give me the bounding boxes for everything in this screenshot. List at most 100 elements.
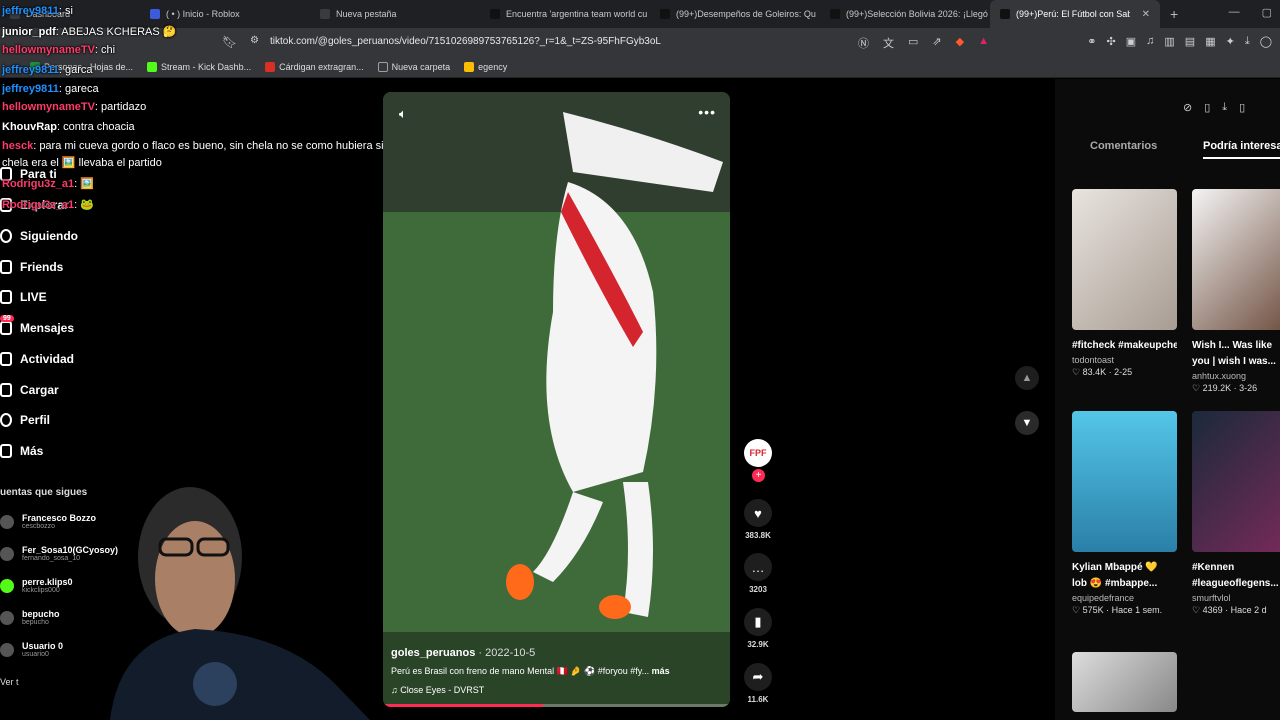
sidebar-icon[interactable]: ▥ (1164, 35, 1174, 48)
bookmark-icon[interactable]: 🔖︎ (222, 35, 237, 49)
bookmark-item[interactable]: egency (464, 61, 507, 72)
bookmark-icon: ▮ (744, 608, 772, 636)
avatar (0, 578, 14, 593)
recommended-video-card[interactable] (1072, 652, 1177, 712)
share-button[interactable]: ➦ 11.6K (742, 663, 774, 704)
profile-icon[interactable]: ▯ (1239, 101, 1245, 114)
browser-tab[interactable]: ( • ) Inicio - Roblox (140, 0, 310, 28)
browser-tab[interactable]: (99+)Selección Bolivia 2026: ¡Llegó l (820, 0, 990, 28)
video-thumbnail (1072, 411, 1177, 552)
tiktok-icon (660, 9, 670, 19)
kick-icon (147, 61, 158, 72)
see-all-link[interactable]: Ver t (0, 677, 19, 687)
browser-tab-active[interactable]: (99+)Perú: El Fútbol con Sabor a✕ (990, 0, 1160, 28)
following-account[interactable]: Usuario 0 usuario0 (0, 641, 63, 658)
no-track-icon[interactable]: Ⓝ (858, 35, 869, 51)
maximize-icon[interactable]: ▢ (1262, 6, 1272, 19)
chat-message: Rodrigu3z_a1: 🖼️ (2, 178, 94, 190)
recommended-video-card[interactable]: #Kennen #leagueoflegens... smurftvlol ♡ 4… (1192, 411, 1280, 616)
close-tab-icon[interactable]: ✕ (1142, 9, 1150, 20)
brave-shield-icon[interactable]: ◆ (956, 35, 964, 51)
save-button[interactable]: ▮ 32.9K (742, 608, 774, 649)
next-video-button[interactable]: ▼ (1015, 411, 1039, 435)
sidebar-item-actividad[interactable]: Actividad (0, 352, 74, 366)
url-field[interactable]: tiktok.com/@goles_peruanos/video/7151026… (270, 36, 661, 47)
download-icon[interactable]: ⤓ (1222, 101, 1227, 114)
bookmark-item[interactable]: Stream - Kick Dashb... (147, 61, 251, 72)
phone-icon[interactable]: ▯ (1204, 101, 1210, 114)
video-thumbnail (1072, 652, 1177, 712)
previous-video-button[interactable]: ▲ (1015, 366, 1039, 390)
browser-tab[interactable]: (99+)Desempeños de Goleiros: Qu (650, 0, 820, 28)
browser-tab[interactable]: Encuentra 'argentina team world cu (480, 0, 650, 28)
following-account[interactable]: perre.klips0 kickclips000 (0, 577, 73, 594)
chat-message: jeffrey9811: gareca (2, 83, 99, 95)
video-player[interactable]: 🔈︎ ••• goles_peruanos · 2022-10-5 Perú e… (383, 92, 730, 707)
avatar (0, 546, 14, 561)
browser-tab[interactable]: Nueva pestaña (310, 0, 480, 28)
site-info-icon[interactable]: ⚙ (250, 35, 259, 46)
minimize-icon[interactable]: — (1229, 6, 1240, 19)
wallet-icon[interactable]: ▤ (1185, 35, 1195, 48)
card-author: equipedefrance (1072, 593, 1135, 603)
card-title: #fitcheck #makeupcheck (1072, 340, 1177, 351)
puzzle-icon[interactable]: ✣ (1107, 35, 1116, 48)
volume-icon[interactable]: 🔈︎ (399, 106, 407, 122)
comment-button[interactable]: … 3203 (742, 553, 774, 594)
following-account[interactable]: bepucho bepucho (0, 609, 60, 626)
card-meta: ♡ 4369 · Hace 2 d (1192, 605, 1267, 615)
author-avatar[interactable]: FPF (742, 439, 774, 467)
sidebar-item-perfil[interactable]: Perfil (0, 413, 50, 427)
address-bar: 🔖︎ ⚙ tiktok.com/@goles_peruanos/video/71… (0, 28, 1280, 56)
like-button[interactable]: ♥ 383.8K (742, 499, 774, 540)
music-icon[interactable]: ♫ (1146, 35, 1154, 48)
heart-outline-icon: ♡ (1192, 383, 1201, 393)
recommended-video-card[interactable]: #fitcheck #makeupcheck todontoast ♡ 83.4… (1072, 189, 1177, 378)
picture-in-picture-icon[interactable]: ▭ (908, 35, 918, 51)
more-dots-icon[interactable]: ••• (698, 104, 716, 120)
recommended-video-card[interactable]: Kylian Mbappé 💛 lob 😍 #mbappe... equipede… (1072, 411, 1177, 616)
download-icon[interactable]: ⤓ (1245, 35, 1250, 48)
brave-rewards-icon[interactable]: ▲ (978, 35, 989, 51)
avatar (0, 642, 14, 657)
tab-search-icon[interactable]: ▦ (1205, 35, 1215, 48)
follow-plus-icon[interactable]: + (752, 469, 765, 482)
shirt-print (193, 662, 237, 706)
card-meta: ♡ 575K · Hace 1 sem. (1072, 605, 1163, 615)
sidebar-item-cargar[interactable]: Cargar (0, 383, 59, 397)
tiktok-icon (490, 9, 500, 19)
tiktok-icon (830, 9, 840, 19)
sidebar-item-mensajes[interactable]: 99 Mensajes (0, 315, 74, 335)
extension-icon[interactable]: ▣ (1126, 35, 1136, 48)
share-icon[interactable]: ⇗ (932, 35, 941, 51)
window-controls: — ▢ (1229, 6, 1272, 19)
compass-icon[interactable]: ⊘ (1183, 101, 1192, 114)
message-icon: 99 (0, 315, 14, 335)
sparkle-icon[interactable]: ✦ (1226, 35, 1235, 48)
video-thumbnail (1072, 189, 1177, 330)
bookmark-folder[interactable]: Nueva carpeta (377, 61, 450, 72)
caption-more-link[interactable]: más (652, 666, 670, 676)
chevron-down-icon: ▼ (1021, 417, 1033, 429)
tab-comentarios[interactable]: Comentarios (1090, 140, 1157, 152)
profile-icon[interactable]: ◯ (1260, 35, 1272, 48)
bookmark-favicon-icon (464, 61, 475, 72)
card-title: #Kennen #leagueoflegens... (1192, 562, 1279, 589)
video-thumbnail (1192, 411, 1280, 552)
video-author[interactable]: goles_peruanos · 2022-10-5 (391, 647, 535, 659)
more-icon (0, 444, 12, 458)
sidebar-item-mas[interactable]: Más (0, 444, 43, 458)
translate-icon[interactable]: 文 (883, 35, 894, 51)
following-account[interactable]: Francesco Bozzo cescbozzo (0, 513, 96, 530)
bookmark-item[interactable]: Cárdigan extragran... (265, 61, 364, 72)
recommended-video-card[interactable]: Wish I... Was like you | wish I was... an… (1192, 189, 1280, 394)
comment-icon: … (744, 553, 772, 581)
card-title: Kylian Mbappé 💛 lob 😍 #mbappe... (1072, 562, 1158, 589)
card-author: anhtux.xuong (1192, 371, 1247, 381)
extension-icon[interactable]: ⚭ (1087, 35, 1096, 48)
plus-icon[interactable]: + (1160, 6, 1188, 22)
video-progress-bar[interactable] (383, 704, 730, 707)
video-music[interactable]: ♫ Close Eyes - DVRST (391, 685, 484, 695)
tab-podria-interesarte[interactable]: Podría interesarte (1203, 140, 1280, 152)
chat-message: hellowmynameTV: partidazo (2, 101, 147, 113)
